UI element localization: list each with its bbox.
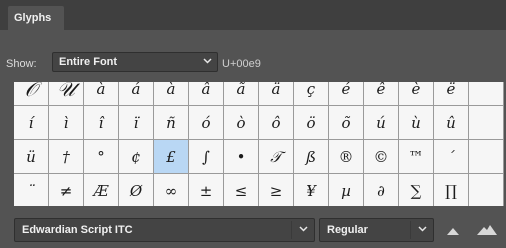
glyph-cell[interactable]: [469, 82, 504, 106]
glyph-cell[interactable]: ™: [399, 140, 434, 174]
mountain-large-icon[interactable]: [476, 222, 498, 236]
glyph-cell[interactable]: í: [14, 106, 49, 140]
glyph-cell[interactable]: õ: [329, 106, 364, 140]
glyph-cell[interactable]: ò: [224, 106, 259, 140]
glyph-cell[interactable]: î: [84, 106, 119, 140]
glyph-cell[interactable]: ¢: [119, 140, 154, 174]
glyph-cell[interactable]: à: [84, 82, 119, 106]
glyph-cell[interactable]: ê: [364, 82, 399, 106]
glyph-cell[interactable]: 𝒪: [14, 82, 49, 106]
font-style-dropdown[interactable]: Regular: [319, 218, 434, 242]
glyph-cell[interactable]: £: [154, 140, 189, 174]
glyph-cell[interactable]: ≤: [224, 174, 259, 206]
show-value: Entire Font: [59, 56, 118, 68]
glyph-cell[interactable]: ü: [14, 140, 49, 174]
glyph-cell[interactable]: Æ: [84, 174, 119, 206]
panel-footer: Edwardian Script ITC Regular: [0, 206, 506, 248]
dropdown-divider: [291, 221, 292, 239]
glyph-cell[interactable]: ∏: [434, 174, 469, 206]
glyph-cell[interactable]: à: [154, 82, 189, 106]
glyph-cell[interactable]: è: [399, 82, 434, 106]
glyph-grid-viewport[interactable]: 𝒪 𝒰à á à â ã ä ç é ê è ë í ì î ï ñ ó ò ô ö õ ú ù û ü † ° ¢ £ ∫ • 𝒯ß ® © ™ ´ ¨…: [14, 82, 504, 206]
glyph-grid: 𝒪 𝒰à á à â ã ä ç é ê è ë í ì î ï ñ ó ò ô ö õ ú ù û ü † ° ¢ £ ∫ • 𝒯ß ® © ™ ´ ¨…: [14, 82, 504, 206]
unicode-readout: U+00e9: [222, 58, 261, 70]
grid-left-gutter: [0, 82, 14, 206]
glyph-cell[interactable]: ®: [329, 140, 364, 174]
dropdown-divider: [410, 221, 411, 239]
glyph-cell[interactable]: ´: [434, 140, 469, 174]
chevron-down-icon: [299, 226, 308, 234]
glyph-cell[interactable]: ó: [189, 106, 224, 140]
glyph-cell[interactable]: ö: [294, 106, 329, 140]
glyph-cell[interactable]: Ø: [119, 174, 154, 206]
show-dropdown[interactable]: Entire Font: [52, 52, 218, 72]
glyph-cell[interactable]: ô: [259, 106, 294, 140]
glyph-cell[interactable]: [469, 174, 504, 206]
glyph-cell[interactable]: ©: [364, 140, 399, 174]
glyph-cell[interactable]: á: [119, 82, 154, 106]
glyph-cell[interactable]: †: [49, 140, 84, 174]
glyph-cell[interactable]: ∞: [154, 174, 189, 206]
glyph-cell[interactable]: ≠: [49, 174, 84, 206]
glyphs-panel: Glyphs Show: Entire Font U+00e9 𝒪𝒰àáàâãä…: [0, 0, 506, 248]
glyph-cell[interactable]: ß: [294, 140, 329, 174]
mountain-small-icon[interactable]: [446, 226, 460, 236]
font-style-value: Regular: [327, 224, 368, 236]
glyph-cell[interactable]: ∑: [399, 174, 434, 206]
glyph-cell[interactable]: µ: [329, 174, 364, 206]
glyph-cell[interactable]: ì: [49, 106, 84, 140]
glyph-cell[interactable]: ¥: [294, 174, 329, 206]
glyph-cell[interactable]: ä: [259, 82, 294, 106]
panel-titlebar: Glyphs: [0, 0, 506, 30]
filter-row: Show: Entire Font U+00e9: [0, 30, 506, 82]
glyph-cell[interactable]: ±: [189, 174, 224, 206]
glyph-cell[interactable]: â: [189, 82, 224, 106]
tab-glyphs[interactable]: Glyphs: [8, 6, 64, 30]
glyph-cell[interactable]: °: [84, 140, 119, 174]
glyph-cell[interactable]: ≥: [259, 174, 294, 206]
glyph-cell[interactable]: ë: [434, 82, 469, 106]
glyph-cell[interactable]: ∫: [189, 140, 224, 174]
glyph-cell[interactable]: ∂: [364, 174, 399, 206]
glyph-cell[interactable]: 𝒯: [259, 140, 294, 174]
chevron-down-icon: [203, 58, 212, 66]
glyph-cell[interactable]: ã: [224, 82, 259, 106]
glyph-cell[interactable]: ç: [294, 82, 329, 106]
show-label: Show:: [6, 58, 37, 70]
glyph-cell[interactable]: ñ: [154, 106, 189, 140]
glyph-cell[interactable]: ú: [364, 106, 399, 140]
font-family-value: Edwardian Script ITC: [22, 224, 133, 236]
font-family-dropdown[interactable]: Edwardian Script ITC: [14, 218, 315, 242]
glyph-cell[interactable]: ¨: [14, 174, 49, 206]
glyph-cell[interactable]: [469, 140, 504, 174]
glyph-cell[interactable]: û: [434, 106, 469, 140]
glyph-cell[interactable]: 𝒰: [49, 82, 84, 106]
chevron-down-icon: [418, 226, 427, 234]
glyph-cell[interactable]: •: [224, 140, 259, 174]
glyph-cell[interactable]: [469, 106, 504, 140]
tab-label: Glyphs: [14, 12, 52, 24]
glyph-cell[interactable]: ù: [399, 106, 434, 140]
glyph-cell[interactable]: ï: [119, 106, 154, 140]
glyph-cell[interactable]: é: [329, 82, 364, 106]
